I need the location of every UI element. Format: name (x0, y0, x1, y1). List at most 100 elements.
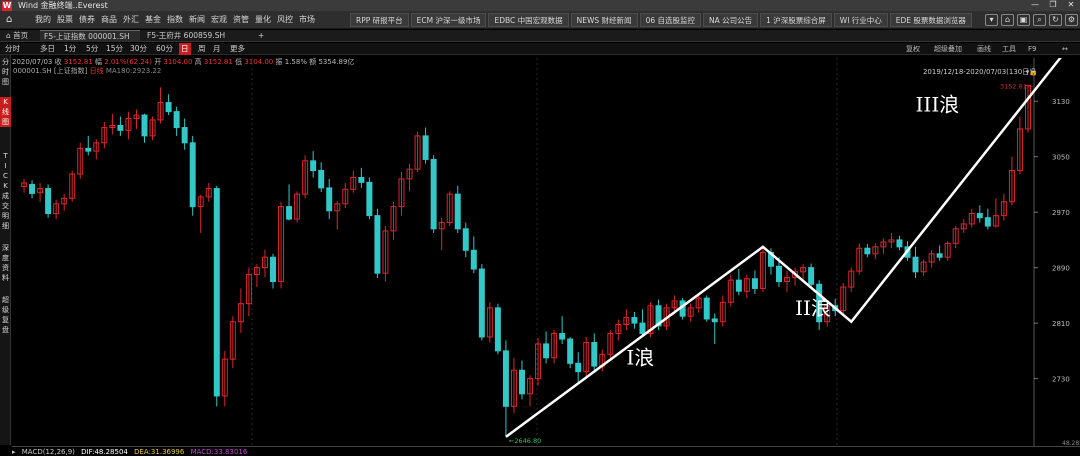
period-indicator: 日线 (89, 67, 104, 75)
function-tab[interactable]: 06 自选股监控 (639, 13, 701, 27)
candle-down (141, 114, 148, 137)
function-shortcuts: RPP 研报平台 ECM 沪深一级市场 EDBC 中国宏观数据 NEWS 财经新闻 06… (350, 13, 972, 27)
toolbar-right-1[interactable]: 复权 (906, 43, 920, 55)
tab-home[interactable]: ⌂ 首页 (2, 30, 32, 42)
period-5[interactable]: 15分 (104, 43, 125, 55)
function-tab[interactable]: RPP 研报平台 (350, 13, 409, 27)
period-10[interactable]: 月 (211, 43, 223, 55)
y-tick-label: 2810 (1052, 320, 1070, 328)
candle-down (454, 193, 461, 230)
candle-down (567, 338, 574, 364)
menu-item[interactable]: 宏观 (211, 11, 227, 29)
period-1[interactable]: 分时 (3, 43, 22, 55)
candle-down (270, 256, 276, 283)
y-tick-label: 2730 (1052, 376, 1070, 384)
sidebar-view-4[interactable]: 成交明细 (0, 191, 11, 231)
candle-down (502, 350, 509, 407)
function-tab[interactable]: 1 沪深股票综合屏 (760, 13, 832, 27)
menu-item[interactable]: 商品 (101, 11, 117, 29)
candle-down (318, 170, 325, 189)
candle-down (559, 333, 566, 340)
title-bar: W Wind 金融终端..Everest — ❐ ✕ (0, 0, 1080, 11)
toolbar-right-3[interactable]: 画线 (977, 43, 991, 55)
candle-down (181, 127, 188, 144)
period-8[interactable]: 日 (179, 43, 191, 55)
y-tick-label: 3050 (1052, 154, 1070, 162)
function-tab[interactable]: EDBC 中国宏观数据 (488, 13, 569, 27)
candle-down (462, 228, 469, 251)
tab-wangfujing[interactable]: F5-王府井 600859.SH (143, 30, 253, 42)
function-tab[interactable]: WI 行业中心 (833, 13, 888, 27)
home-tab-icon: ⌂ (6, 31, 11, 40)
period-9[interactable]: 周 (196, 43, 208, 55)
menu-item[interactable]: 股票 (57, 11, 73, 29)
toolbar-right-5[interactable]: F9 (1028, 43, 1036, 55)
close-button[interactable]: ✕ (1066, 0, 1076, 10)
tab-shanghai-index[interactable]: F5-上证指数 000001.SH (40, 30, 140, 42)
menu-item[interactable]: 风控 (277, 11, 293, 29)
candle-down (896, 239, 903, 248)
candle-down (470, 249, 477, 270)
app-title: Wind 金融终端..Everest (18, 1, 108, 10)
sidebar-view-1[interactable]: 分时图 (0, 57, 11, 87)
candle-down (703, 297, 710, 320)
period-3[interactable]: 1分 (62, 43, 78, 55)
toolbar-right-4[interactable]: 工具 (1002, 43, 1016, 55)
candle-down (422, 135, 429, 160)
candle-down (631, 317, 638, 324)
sidebar-view-3[interactable]: TICK (0, 151, 11, 191)
dropdown-icon[interactable]: ▾ (985, 14, 998, 26)
function-tab[interactable]: ECM 沪深一级市场 (410, 13, 487, 27)
search-icon[interactable]: ⌕ (1033, 14, 1046, 26)
menu-tool-icons: ▾ ⌂ ▣ ⌕ ↻ ⚙ (985, 14, 1078, 26)
wind-logo: W (2, 1, 12, 11)
function-tab[interactable]: NA 公司公告 (703, 13, 759, 27)
menu-item[interactable]: 基金 (145, 11, 161, 29)
macd-value: MACD:33.83016 (190, 448, 248, 456)
expand-icon[interactable]: ▸ (12, 448, 16, 456)
settings-icon[interactable]: ⚙ (1065, 14, 1078, 26)
home-screen-icon[interactable]: ⌂ (1001, 14, 1014, 26)
sidebar-view-2[interactable]: K线图 (0, 97, 11, 127)
menu-item[interactable]: 我的 (35, 11, 51, 29)
period-toolbar: 分时 多日 1分 5分 15分 30分 60分日周月更多 复权 超级叠加 画线 工具 F9 ↔ (0, 43, 1080, 55)
candle-down (575, 362, 582, 373)
macd-dif: DIF:48.28504 (81, 448, 128, 456)
sidebar-view-6[interactable]: 超级复盘 (0, 295, 11, 335)
minimize-button[interactable]: — (1030, 0, 1040, 10)
function-tab[interactable]: EDE 股票数据浏览器 (889, 13, 972, 27)
function-tab[interactable]: NEWS 财经新闻 (570, 13, 638, 27)
candle-down (326, 187, 333, 212)
expand-panel-icon[interactable]: ↔ (1062, 43, 1068, 55)
window-icon[interactable]: ▣ (1017, 14, 1030, 26)
refresh-icon[interactable]: ↻ (1049, 14, 1062, 26)
menu-item[interactable]: 外汇 (123, 11, 139, 29)
kline-chart[interactable]: 31303050297028902810273048.285043152.81—… (12, 58, 1080, 446)
period-7[interactable]: 60分 (154, 43, 175, 55)
high-marker-label: 3152.81— (1000, 82, 1034, 90)
add-tab-button[interactable]: + (254, 30, 268, 42)
menu-item[interactable]: 市场 (299, 11, 315, 29)
sidebar-view-5[interactable]: 深度资料 (0, 243, 11, 283)
period-2[interactable]: 多日 (38, 43, 57, 55)
menu-item[interactable]: 债券 (79, 11, 95, 29)
menu-item[interactable]: 量化 (255, 11, 271, 29)
menu-item[interactable]: 资管 (233, 11, 249, 29)
toolbar-right-2[interactable]: 超级叠加 (934, 43, 962, 55)
lock-icon[interactable]: 🔒 (1029, 68, 1038, 76)
candle-down (711, 318, 718, 323)
restore-button[interactable]: ❐ (1048, 0, 1058, 10)
menu-item[interactable]: 指数 (167, 11, 183, 29)
candle-down (358, 176, 365, 183)
period-4[interactable]: 5分 (84, 43, 100, 55)
candle-down (213, 188, 220, 397)
period-6[interactable]: 30分 (128, 43, 149, 55)
chart-subheader: 000001.SH [上证指数] 日线 MA180:2923.22 (13, 67, 161, 76)
period-11[interactable]: 更多 (228, 43, 247, 55)
document-tabs: ⌂ 首页 F5-上证指数 000001.SH F5-王府井 600859.SH … (0, 30, 1080, 42)
ma-indicator: MA180:2923.22 (105, 67, 162, 75)
home-icon[interactable]: ⌂ (6, 14, 20, 26)
candle-down (494, 307, 501, 352)
menu-item[interactable]: 新闻 (189, 11, 205, 29)
menu-bar: ⌂ 我的 股票 债券 商品 外汇 基金 指数 新闻 宏观 资管 量化 风控 市场 RPP 研报平台 ECM… (0, 11, 1080, 29)
